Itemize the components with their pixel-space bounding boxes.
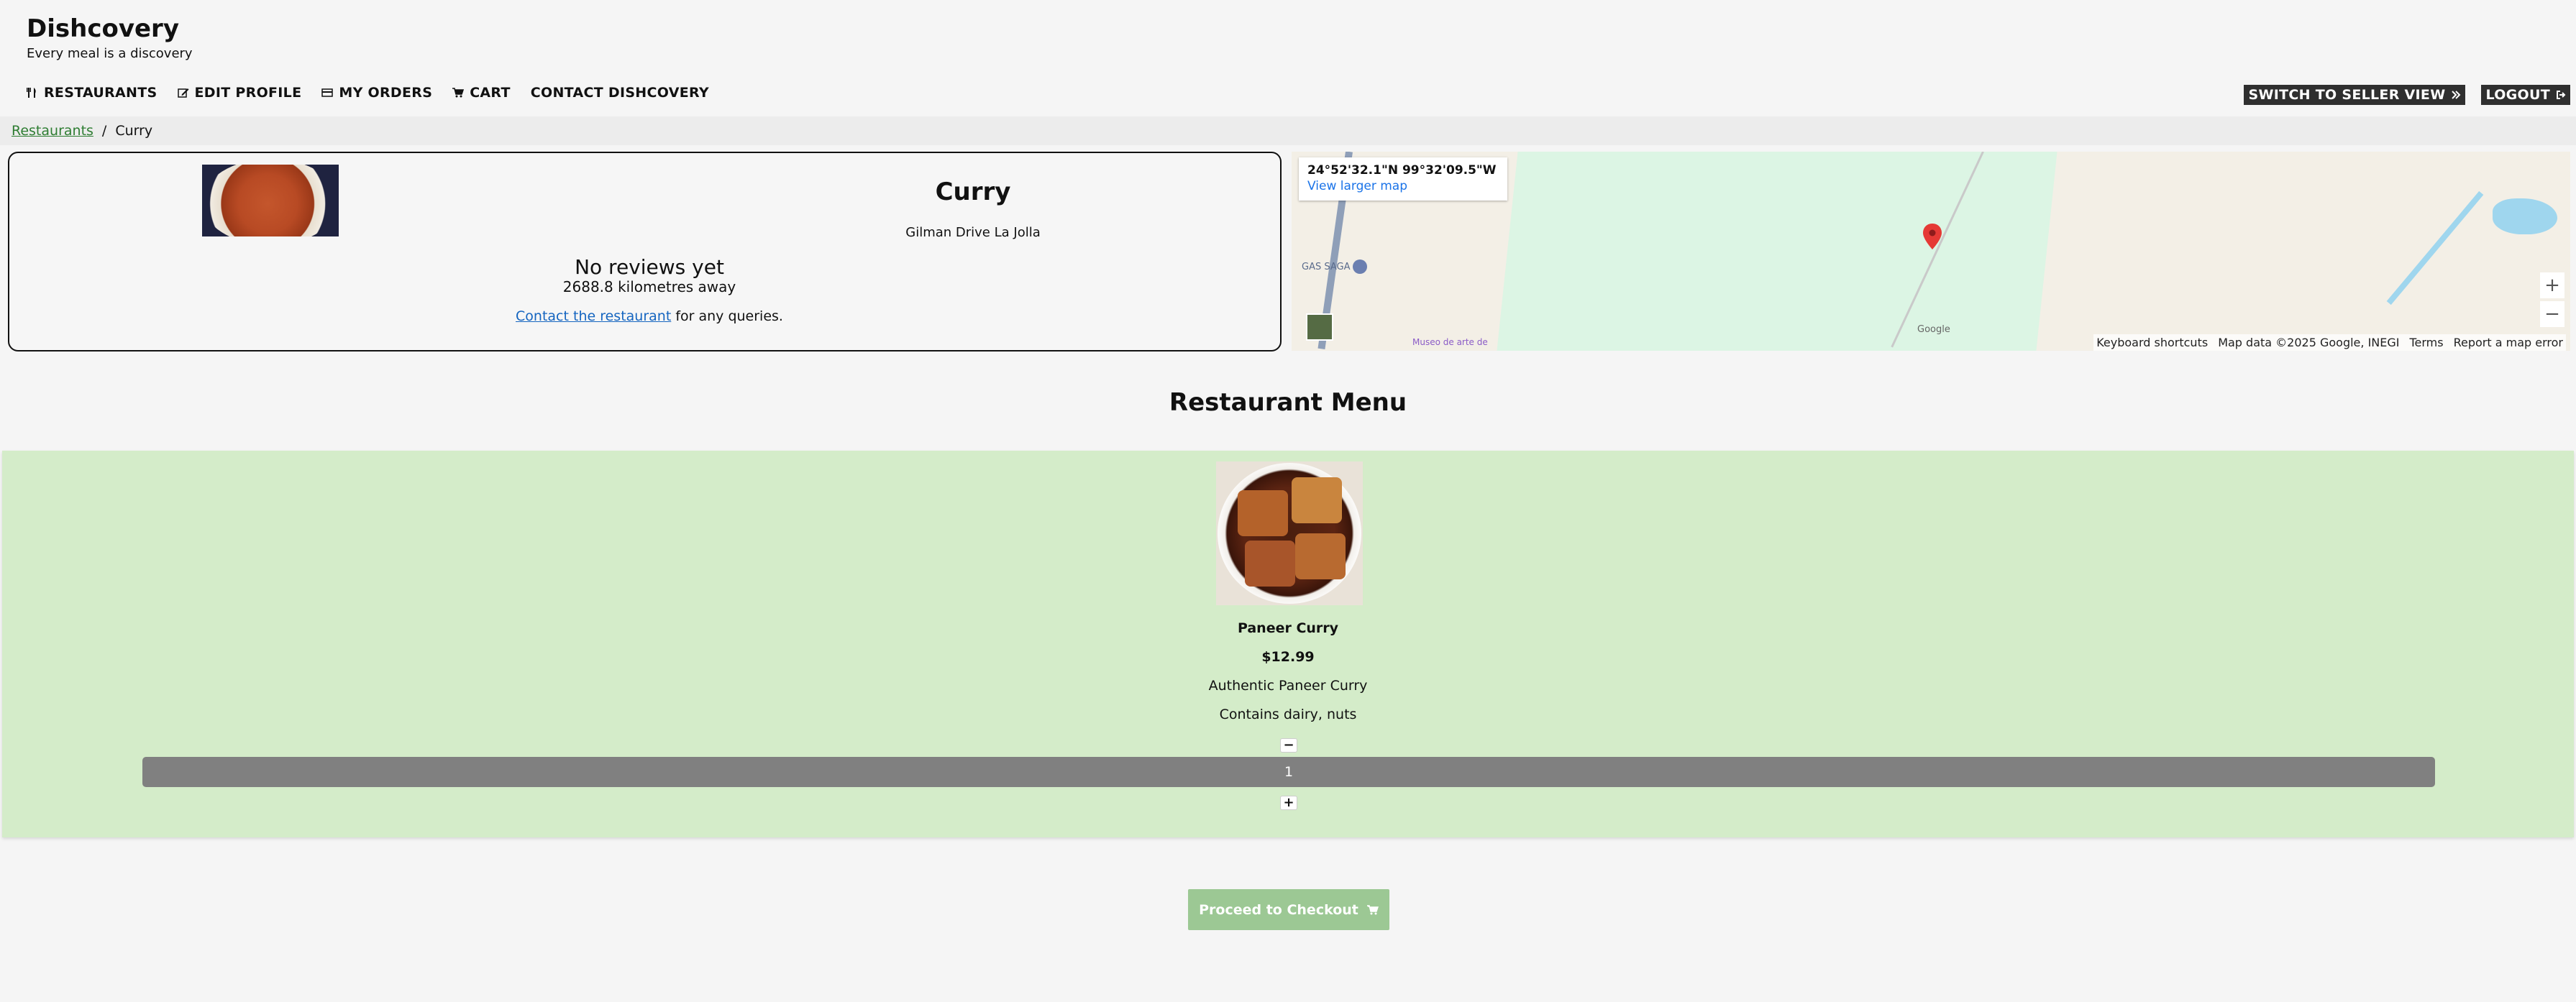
map-info-box: 24°52'32.1"N 99°32'09.5"W View larger ma…	[1299, 157, 1507, 201]
map-poi-gas-label: GAS SAGA	[1302, 261, 1351, 272]
zoom-out-button[interactable]: −	[2540, 301, 2564, 327]
sign-out-icon	[2557, 91, 2566, 99]
nav-right: SWITCH TO SELLER VIEW LOGOUT	[2244, 85, 2570, 105]
view-larger-map-link[interactable]: View larger map	[1307, 179, 1499, 193]
nav-contact-label: CONTACT DISHCOVERY	[530, 85, 709, 101]
map-pin-icon[interactable]	[1923, 224, 1942, 249]
quantity-display: 1	[142, 757, 2435, 787]
map-zoom-controls: + −	[2540, 272, 2564, 327]
cart-icon	[1366, 904, 1379, 914]
nav-my-orders[interactable]: MY ORDERS	[321, 85, 432, 101]
nav-restaurants-label: RESTAURANTS	[44, 85, 157, 101]
main-nav: RESTAURANTS EDIT PROFILE MY ORDERS CART …	[27, 85, 709, 101]
checkout-label: Proceed to Checkout	[1199, 901, 1358, 918]
restaurant-card: Curry Gilman Drive La Jolla No reviews y…	[8, 152, 1282, 351]
restaurant-address: Gilman Drive La Jolla	[905, 225, 1041, 240]
logout-label: LOGOUT	[2485, 87, 2550, 103]
brand-tagline: Every meal is a discovery	[27, 46, 193, 61]
gas-station-icon	[1353, 259, 1368, 274]
proceed-to-checkout-button[interactable]: Proceed to Checkout	[1188, 889, 1389, 930]
restaurant-contact: Contact the restaurant for any queries.	[412, 308, 887, 324]
edit-icon	[177, 88, 189, 98]
breadcrumb-bar	[0, 116, 2576, 145]
nav-my-orders-label: MY ORDERS	[339, 85, 433, 101]
contact-restaurant-link[interactable]: Contact the restaurant	[516, 308, 671, 324]
report-map-error-link[interactable]: Report a map error	[2454, 336, 2563, 349]
logout-button[interactable]: LOGOUT	[2481, 85, 2570, 105]
restaurant-reviews: No reviews yet	[575, 255, 724, 279]
restaurant-image	[202, 165, 339, 236]
quantity-increase-button[interactable]: +	[1280, 796, 1297, 810]
map-coordinates: 24°52'32.1"N 99°32'09.5"W	[1307, 163, 1497, 178]
switch-seller-view-label: SWITCH TO SELLER VIEW	[2248, 87, 2446, 103]
brand: Dishcovery Every meal is a discovery	[27, 14, 193, 61]
map-footer: Keyboard shortcuts Map data ©2025 Google…	[2093, 334, 2566, 351]
breadcrumb-separator: /	[101, 123, 107, 139]
terms-link[interactable]: Terms	[2409, 336, 2443, 349]
restaurant-distance: 2688.8 kilometres away	[562, 278, 736, 295]
keyboard-shortcuts-link[interactable]: Keyboard shortcuts	[2096, 336, 2208, 349]
restaurant-name: Curry	[935, 178, 1011, 206]
dish-image	[1216, 461, 1363, 605]
map-poi-museum[interactable]: Museo de arte de	[1412, 337, 1488, 347]
menu-item-card: Paneer Curry $12.99 Authentic Paneer Cur…	[2, 451, 2574, 837]
menu-title: Restaurant Menu	[1169, 388, 1407, 417]
zoom-in-button[interactable]: +	[2540, 272, 2564, 298]
double-chevron-right-icon	[2452, 91, 2461, 99]
utensils-icon	[27, 88, 36, 98]
nav-edit-profile-label: EDIT PROFILE	[194, 85, 302, 101]
brand-title: Dishcovery	[27, 14, 179, 43]
nav-edit-profile[interactable]: EDIT PROFILE	[177, 85, 302, 101]
credit-card-icon	[321, 88, 334, 97]
location-map[interactable]: GAS SAGA Museo de arte de Google 24°52'3…	[1292, 152, 2570, 351]
switch-seller-view-button[interactable]: SWITCH TO SELLER VIEW	[2244, 85, 2466, 105]
map-poi-gas[interactable]: GAS SAGA	[1302, 259, 1368, 274]
nav-cart-label: CART	[470, 85, 511, 101]
dish-price: $12.99	[1261, 649, 1315, 665]
dish-name: Paneer Curry	[1237, 620, 1339, 636]
nav-restaurants[interactable]: RESTAURANTS	[27, 85, 157, 101]
nav-contact[interactable]: CONTACT DISHCOVERY	[531, 85, 709, 101]
contact-suffix: for any queries.	[671, 308, 783, 324]
breadcrumb-current: Curry	[115, 123, 153, 139]
quantity-decrease-button[interactable]: −	[1280, 738, 1297, 753]
dish-description: Authentic Paneer Curry	[1208, 678, 1368, 694]
map-data-attribution: Map data ©2025 Google, INEGI	[2218, 336, 2400, 349]
breadcrumb: Restaurants / Curry	[12, 123, 152, 139]
breadcrumb-restaurants-link[interactable]: Restaurants	[12, 123, 93, 139]
map-street-view-thumbnail[interactable]	[1306, 313, 1333, 341]
dish-allergens: Contains dairy, nuts	[1219, 707, 1357, 722]
nav-cart[interactable]: CART	[452, 85, 511, 101]
cart-icon	[452, 88, 465, 98]
google-logo: Google	[1917, 324, 1950, 335]
